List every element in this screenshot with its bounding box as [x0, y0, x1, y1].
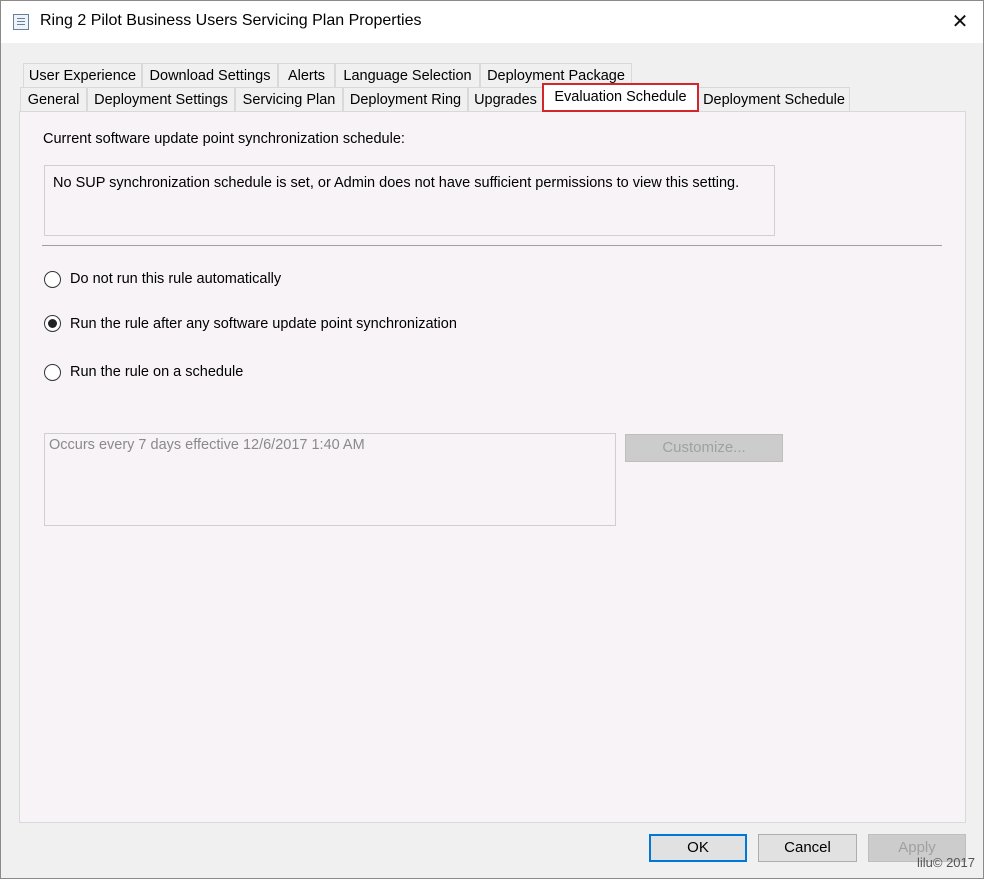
sync-schedule-box: No SUP synchronization schedule is set, …	[44, 165, 775, 236]
properties-icon	[13, 14, 29, 30]
schedule-box: Occurs every 7 days effective 12/6/2017 …	[44, 433, 616, 526]
close-button[interactable]: ✕	[937, 1, 983, 43]
schedule-value: Occurs every 7 days effective 12/6/2017 …	[49, 437, 365, 453]
radio-do-not-run[interactable]	[44, 271, 61, 288]
tab-upgrades[interactable]: Upgrades	[468, 87, 543, 111]
tab-deployment-schedule[interactable]: Deployment Schedule	[698, 87, 850, 111]
sync-schedule-label: Current software update point synchroniz…	[43, 131, 405, 147]
watermark: lilu© 2017	[916, 855, 975, 870]
tab-evaluation-schedule[interactable]: Evaluation Schedule	[542, 83, 699, 112]
tab-download-settings[interactable]: Download Settings	[142, 63, 278, 87]
title-bar: Ring 2 Pilot Business Users Servicing Pl…	[1, 1, 983, 43]
sync-schedule-value: No SUP synchronization schedule is set, …	[53, 175, 740, 191]
option-after-sync-label: Run the rule after any software update p…	[70, 316, 457, 332]
evaluation-schedule-panel: Current software update point synchroniz…	[19, 111, 966, 823]
ok-button[interactable]: OK	[649, 834, 747, 862]
tab-general[interactable]: General	[20, 87, 87, 111]
option-do-not-run-label: Do not run this rule automatically	[70, 271, 282, 287]
customize-button[interactable]: Customize...	[625, 434, 783, 462]
cancel-button[interactable]: Cancel	[758, 834, 857, 862]
tab-user-experience[interactable]: User Experience	[23, 63, 142, 87]
tab-deployment-ring[interactable]: Deployment Ring	[343, 87, 468, 111]
tab-language-selection[interactable]: Language Selection	[335, 63, 480, 87]
radio-after-sync[interactable]	[44, 315, 61, 332]
radio-on-schedule[interactable]	[44, 364, 61, 381]
properties-dialog: Ring 2 Pilot Business Users Servicing Pl…	[0, 0, 984, 879]
tab-servicing-plan[interactable]: Servicing Plan	[235, 87, 343, 111]
tab-alerts[interactable]: Alerts	[278, 63, 335, 87]
separator	[42, 245, 942, 246]
tab-deployment-settings[interactable]: Deployment Settings	[87, 87, 235, 111]
dialog-title: Ring 2 Pilot Business Users Servicing Pl…	[40, 12, 422, 29]
option-on-schedule-label: Run the rule on a schedule	[70, 364, 244, 380]
